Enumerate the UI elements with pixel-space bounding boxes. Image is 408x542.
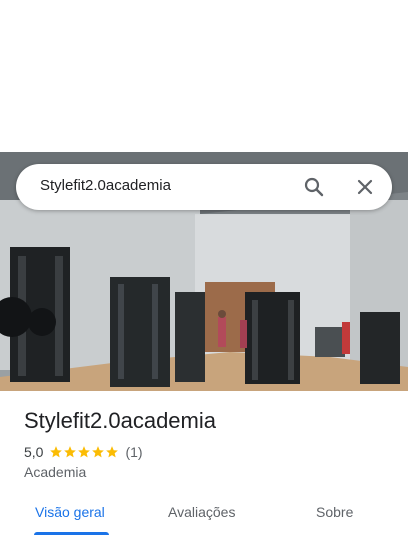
map-top-area xyxy=(0,0,408,152)
tab-about[interactable]: Sobre xyxy=(316,504,353,520)
review-count[interactable]: (1) xyxy=(125,444,142,460)
search-icon[interactable] xyxy=(302,175,326,199)
rating-row[interactable]: 5,0 (1) xyxy=(24,443,143,461)
tab-overview[interactable]: Visão geral xyxy=(35,504,105,520)
star-icon xyxy=(106,446,119,458)
place-title: Stylefit2.0academia xyxy=(24,408,216,433)
search-bar[interactable]: Stylefit2.0academia xyxy=(16,164,392,210)
close-icon[interactable] xyxy=(353,175,377,199)
place-category: Academia xyxy=(24,464,87,480)
tab-reviews[interactable]: Avaliações xyxy=(168,504,235,520)
star-icon xyxy=(50,446,63,458)
star-rating xyxy=(49,445,119,459)
star-icon xyxy=(78,446,91,458)
rating-value: 5,0 xyxy=(24,444,44,460)
search-input[interactable]: Stylefit2.0academia xyxy=(40,177,171,194)
star-icon xyxy=(64,446,77,458)
active-tab-indicator xyxy=(34,532,109,535)
star-icon xyxy=(92,446,105,458)
place-tabs: Visão geral Avaliações Sobre xyxy=(0,496,408,542)
